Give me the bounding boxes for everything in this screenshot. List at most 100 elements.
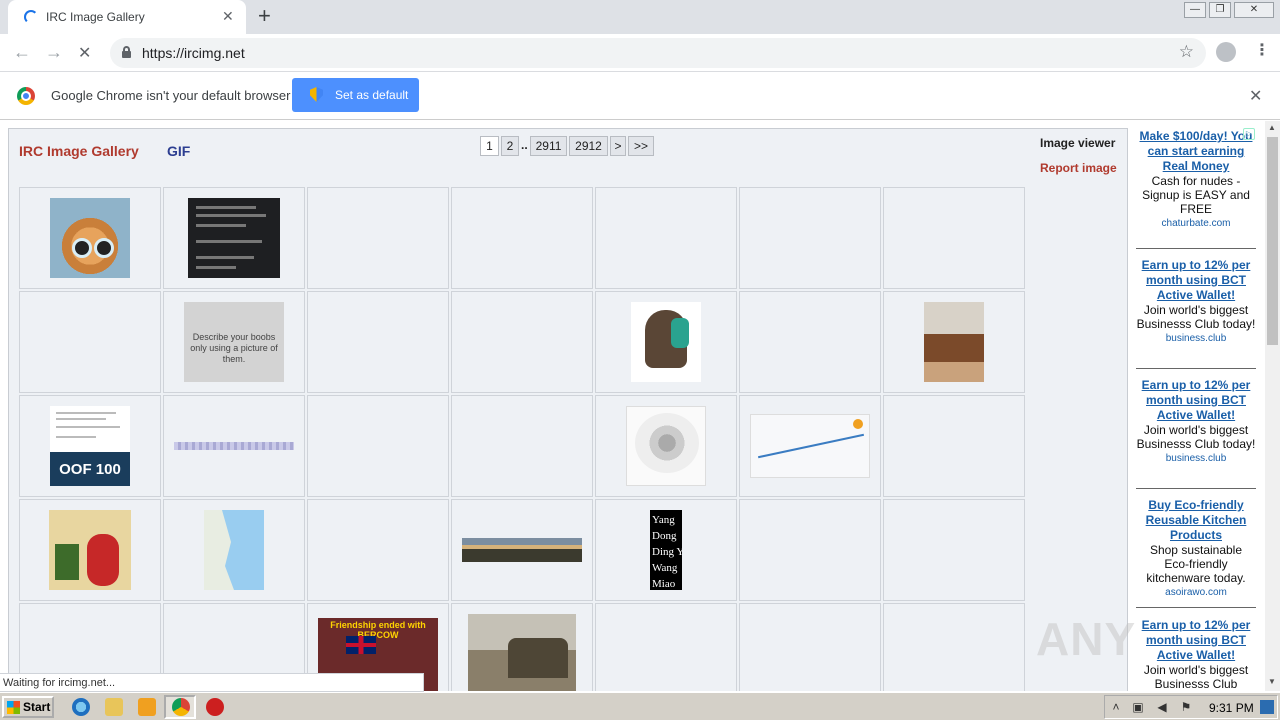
address-bar[interactable]: https://ircimg.net ☆	[110, 38, 1206, 68]
thumbnail-image[interactable]	[49, 510, 131, 590]
ad-source[interactable]: business.club	[1136, 333, 1256, 344]
gallery-cell[interactable]	[19, 291, 161, 393]
ad-item[interactable]: Earn up to 12% per month using BCT Activ…	[1136, 258, 1256, 344]
gallery-cell[interactable]	[163, 499, 305, 601]
page-scrollbar[interactable]: ▲ ▼	[1265, 121, 1280, 691]
stop-sign-icon[interactable]	[206, 698, 224, 716]
thumbnail-image[interactable]	[204, 510, 264, 590]
tab-irc-image-gallery[interactable]: IRC Image Gallery ✕	[8, 0, 246, 34]
gallery-cell[interactable]: Describe your boobs only using a picture…	[163, 291, 305, 393]
gallery-cell[interactable]	[163, 187, 305, 289]
ad-item[interactable]: Earn up to 12% per month using BCT Activ…	[1136, 618, 1256, 691]
thumbnail-image[interactable]: OOF 100	[50, 406, 130, 486]
back-icon[interactable]: ←	[13, 42, 31, 63]
restore-button[interactable]: ❐	[1209, 2, 1231, 18]
gallery-cell[interactable]	[595, 291, 737, 393]
taskbar-clock[interactable]: 9:31 PM	[1209, 701, 1254, 715]
page-2911-link[interactable]: 2911	[530, 136, 567, 156]
window-close-button[interactable]: ✕	[1234, 2, 1274, 18]
next-page-link[interactable]: >	[610, 136, 626, 156]
gallery-cell[interactable]	[451, 499, 593, 601]
gallery-cell[interactable]	[163, 395, 305, 497]
report-image-link[interactable]: Report image	[1040, 161, 1117, 175]
ad-headline[interactable]: Earn up to 12% per month using BCT Activ…	[1136, 378, 1256, 423]
bookmark-star-icon[interactable]: ☆	[1179, 42, 1194, 62]
thumbnail-image[interactable]	[174, 442, 294, 450]
scroll-down-arrow-icon[interactable]: ▼	[1268, 677, 1276, 686]
ad-headline[interactable]: Buy Eco-friendly Reusable Kitchen Produc…	[1136, 498, 1256, 543]
gallery-cell[interactable]: OOF 100	[19, 395, 161, 497]
scrollbar-thumb[interactable]	[1267, 137, 1278, 345]
gallery-cell[interactable]	[739, 603, 881, 691]
volume-icon[interactable]: ◀	[1155, 700, 1169, 714]
gallery-cell[interactable]	[19, 499, 161, 601]
thumbnail-image[interactable]: Yang Dong Ding Y Wang Miao	[650, 510, 682, 590]
media-player-icon[interactable]	[138, 698, 156, 716]
ad-choices-icon[interactable]: ▷	[1243, 128, 1255, 140]
gallery-cell[interactable]	[595, 187, 737, 289]
thumbnail-image[interactable]	[462, 538, 582, 562]
gallery-cell[interactable]	[883, 603, 1025, 691]
image-viewer-link[interactable]: Image viewer	[1040, 136, 1115, 150]
gif-link[interactable]: GIF	[167, 143, 190, 159]
scroll-up-arrow-icon[interactable]: ▲	[1268, 123, 1276, 132]
gallery-cell[interactable]	[307, 395, 449, 497]
gallery-cell[interactable]	[595, 395, 737, 497]
new-tab-button[interactable]: +	[258, 3, 271, 29]
ad-item[interactable]: Earn up to 12% per month using BCT Activ…	[1136, 378, 1256, 464]
infobar-close-icon[interactable]: ✕	[1249, 86, 1262, 106]
forward-icon[interactable]: →	[45, 42, 63, 63]
show-hidden-icons-icon[interactable]: ˄	[1109, 700, 1123, 714]
thumbnail-image[interactable]	[468, 614, 576, 691]
gallery-cell[interactable]	[595, 603, 737, 691]
gallery-cell[interactable]	[883, 395, 1025, 497]
folder-icon[interactable]	[105, 698, 123, 716]
thumbnail-image[interactable]	[631, 302, 701, 382]
network-icon[interactable]: ▣	[1131, 700, 1145, 714]
site-title-link[interactable]: IRC Image Gallery	[19, 143, 139, 159]
url-text[interactable]: https://ircimg.net	[142, 45, 245, 61]
gallery-cell[interactable]: Yang Dong Ding Y Wang Miao	[595, 499, 737, 601]
stop-loading-icon[interactable]: ✕	[78, 43, 91, 63]
gallery-cell[interactable]	[739, 395, 881, 497]
action-center-flag-icon[interactable]: ⚑	[1179, 700, 1193, 714]
browser-menu-icon[interactable]: ⋮	[1254, 40, 1270, 60]
lock-icon[interactable]	[122, 46, 131, 58]
profile-avatar-icon[interactable]	[1216, 42, 1236, 62]
last-page-link[interactable]: >>	[628, 136, 654, 156]
gallery-cell[interactable]	[451, 291, 593, 393]
thumbnail-image[interactable]	[50, 198, 130, 278]
chrome-taskbar-button[interactable]	[164, 695, 196, 719]
ad-source[interactable]: chaturbate.com	[1136, 218, 1256, 229]
page-2912-link[interactable]: 2912	[569, 136, 608, 156]
show-desktop-icon[interactable]	[1260, 700, 1274, 714]
ad-item[interactable]: Make $100/day! You can start earning Rea…	[1136, 129, 1256, 229]
ad-headline[interactable]: Earn up to 12% per month using BCT Activ…	[1136, 258, 1256, 303]
gallery-cell[interactable]	[739, 499, 881, 601]
ad-source[interactable]: asoirawo.com	[1136, 587, 1256, 598]
ad-source[interactable]: business.club	[1136, 453, 1256, 464]
internet-explorer-icon[interactable]	[72, 698, 90, 716]
gallery-cell[interactable]	[451, 187, 593, 289]
thumbnail-image[interactable]: Describe your boobs only using a picture…	[184, 302, 284, 382]
gallery-cell[interactable]	[451, 395, 593, 497]
thumbnail-image[interactable]	[188, 198, 280, 278]
gallery-cell[interactable]	[19, 187, 161, 289]
tab-close-icon[interactable]: ✕	[222, 8, 234, 25]
minimize-button[interactable]: —	[1184, 2, 1206, 18]
thumbnail-image[interactable]	[924, 302, 984, 382]
start-button[interactable]: Start	[2, 696, 54, 718]
gallery-cell[interactable]	[451, 603, 593, 691]
gallery-cell[interactable]	[739, 291, 881, 393]
gallery-cell[interactable]	[307, 291, 449, 393]
page-2-link[interactable]: 2	[501, 136, 519, 156]
gallery-cell[interactable]	[307, 187, 449, 289]
page-1-link[interactable]: 1	[480, 136, 499, 156]
gallery-cell[interactable]	[307, 499, 449, 601]
thumbnail-image[interactable]	[626, 406, 706, 486]
set-as-default-button[interactable]: Set as default	[292, 78, 419, 112]
thumbnail-image[interactable]	[750, 414, 870, 478]
gallery-cell[interactable]	[739, 187, 881, 289]
gallery-cell[interactable]	[883, 499, 1025, 601]
gallery-cell[interactable]	[883, 187, 1025, 289]
